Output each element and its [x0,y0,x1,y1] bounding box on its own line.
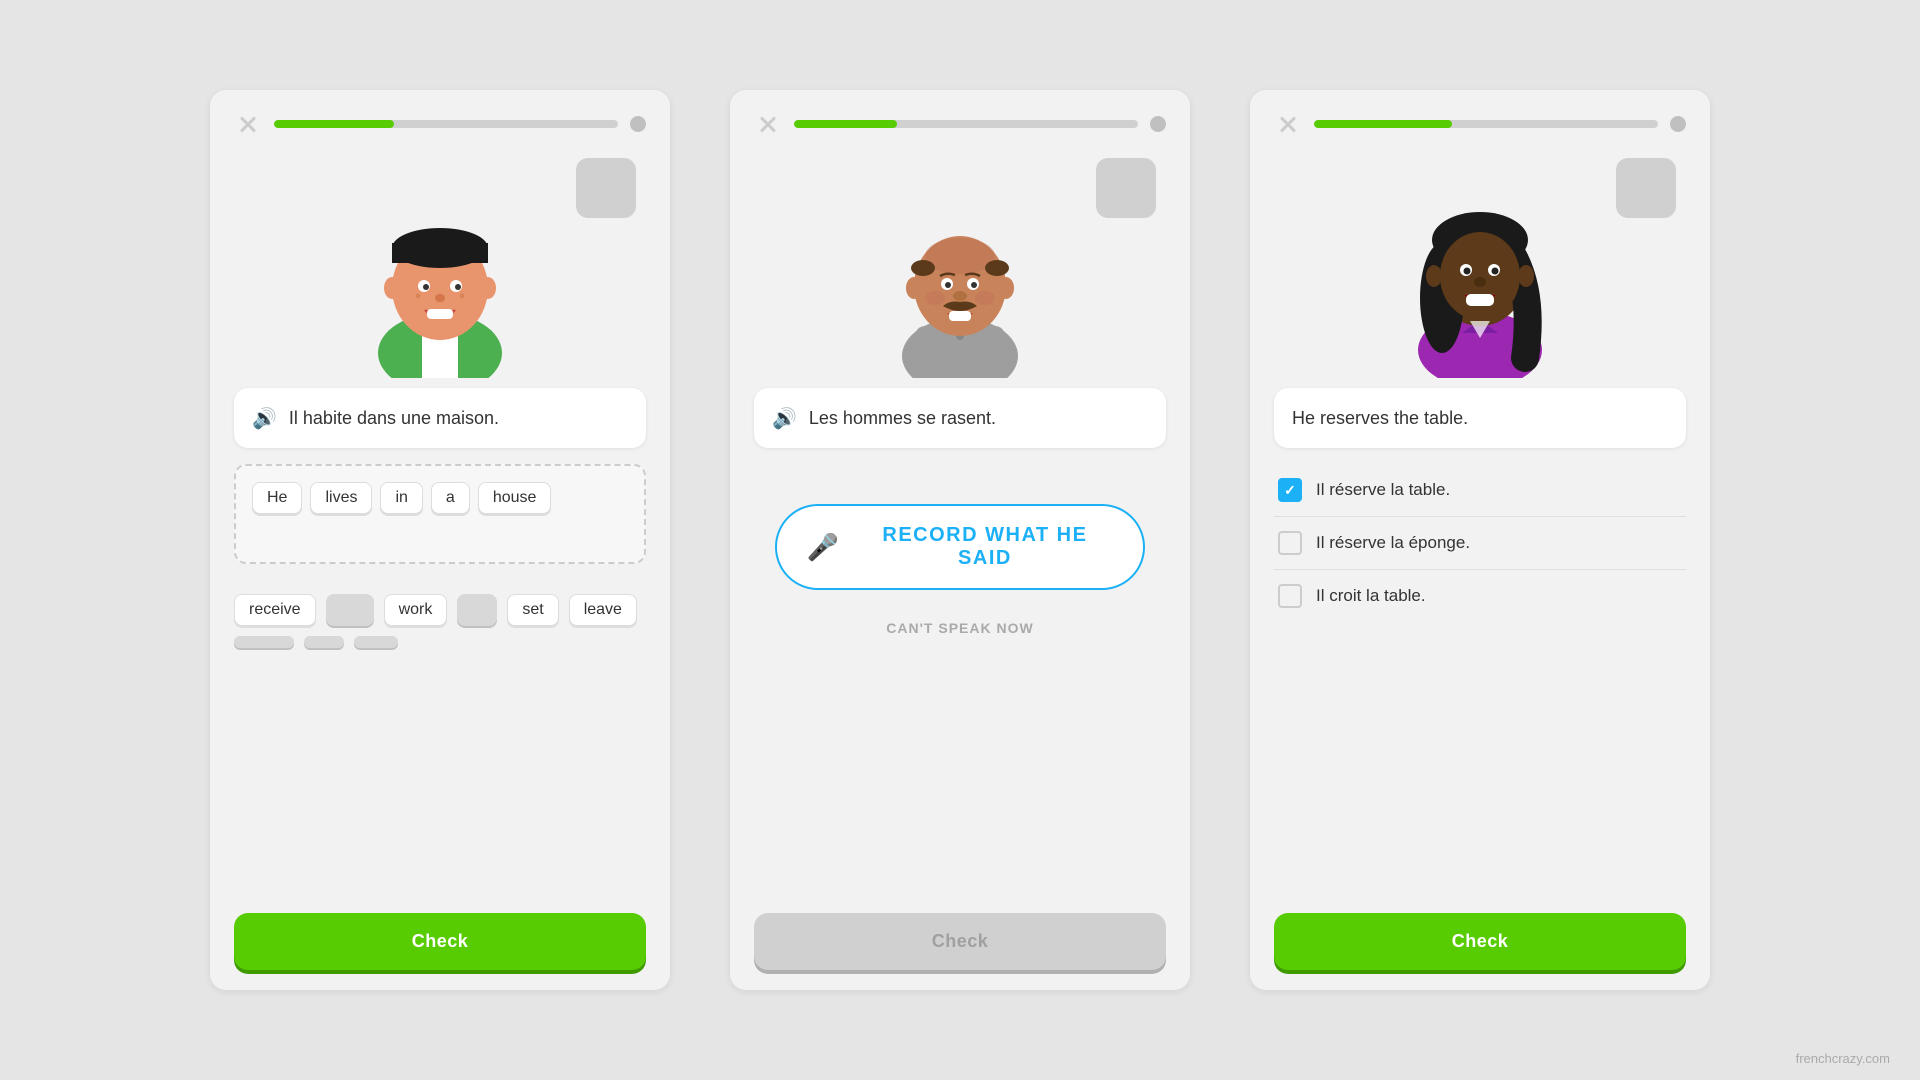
avatar-female [1390,158,1570,378]
sentence-text-2: Les hommes se rasent. [809,408,996,429]
bank-word-hidden-3 [234,636,294,648]
mc-option-label-1: Il réserve la table. [1316,480,1450,500]
progress-fill-1 [274,120,394,128]
record-label: RECORD WHAT HE SAID [856,524,1113,570]
avatar-bald-male [875,168,1045,378]
answer-word-in[interactable]: in [380,482,422,514]
avatar-badge-1 [576,158,636,218]
record-button[interactable]: 🎤 RECORD WHAT HE SAID [775,504,1146,590]
watermark: frenchcrazy.com [1796,1051,1890,1066]
word-bank-1: receive work set leave [234,584,646,658]
panel-word-arrange: 🔊 Il habite dans une maison. He lives in… [210,90,670,990]
check-button-3[interactable]: Check [1274,913,1686,970]
close-button-1[interactable] [234,110,262,138]
progress-dot-1 [630,116,646,132]
top-bar-1 [234,110,646,138]
progress-bar-3 [1314,120,1658,128]
checkbox-3[interactable] [1278,584,1302,608]
progress-fill-2 [794,120,897,128]
bank-word-hidden-2 [457,594,497,626]
bank-word-hidden-4 [304,636,344,648]
mc-option-1[interactable]: Il réserve la table. [1274,464,1686,517]
speaker-icon-1[interactable]: 🔊 [252,406,277,431]
bank-word-receive[interactable]: receive [234,594,316,626]
progress-fill-3 [1314,120,1452,128]
answer-area-1[interactable]: He lives in a house [234,464,646,564]
progress-bar-2 [794,120,1138,128]
panels-container: 🔊 Il habite dans une maison. He lives in… [0,0,1920,1080]
check-button-2: Check [754,913,1166,970]
sentence-text-1: Il habite dans une maison. [289,408,499,429]
progress-dot-3 [1670,116,1686,132]
sentence-box-3: He reserves the table. [1274,388,1686,448]
sentence-text-3: He reserves the table. [1292,408,1468,429]
sentence-box-1: 🔊 Il habite dans une maison. [234,388,646,448]
top-bar-3 [1274,110,1686,138]
progress-bar-1 [274,120,618,128]
answer-word-lives[interactable]: lives [310,482,372,514]
avatar-area-1 [234,148,646,378]
avatar-male-young [350,168,530,378]
mc-option-label-2: Il réserve la éponge. [1316,533,1470,553]
speaker-icon-2[interactable]: 🔊 [772,406,797,431]
avatar-area-3 [1274,148,1686,378]
close-button-2[interactable] [754,110,782,138]
checkbox-2[interactable] [1278,531,1302,555]
bank-word-leave[interactable]: leave [569,594,637,626]
avatar-badge-2 [1096,158,1156,218]
top-bar-2 [754,110,1166,138]
avatar-area-2 [754,148,1166,378]
close-button-3[interactable] [1274,110,1302,138]
answer-word-house[interactable]: house [478,482,552,514]
answer-word-a[interactable]: a [431,482,470,514]
bank-word-hidden-5 [354,636,398,648]
options-container: Il réserve la table. Il réserve la épong… [1274,464,1686,622]
progress-dot-2 [1150,116,1166,132]
mc-option-3[interactable]: Il croit la table. [1274,570,1686,622]
cant-speak-button[interactable]: CAN'T SPEAK NOW [886,620,1033,636]
checkbox-1[interactable] [1278,478,1302,502]
mic-icon: 🎤 [807,532,841,563]
mc-option-2[interactable]: Il réserve la éponge. [1274,517,1686,570]
answer-word-he[interactable]: He [252,482,302,514]
panel-multiple-choice: He reserves the table. Il réserve la tab… [1250,90,1710,990]
avatar-badge-3 [1616,158,1676,218]
bank-word-work[interactable]: work [384,594,448,626]
bank-word-hidden-1 [326,594,374,626]
panel-record: 🔊 Les hommes se rasent. 🎤 RECORD WHAT HE… [730,90,1190,990]
mc-option-label-3: Il croit la table. [1316,586,1426,606]
bank-word-set[interactable]: set [507,594,558,626]
check-button-1[interactable]: Check [234,913,646,970]
sentence-box-2: 🔊 Les hommes se rasent. [754,388,1166,448]
